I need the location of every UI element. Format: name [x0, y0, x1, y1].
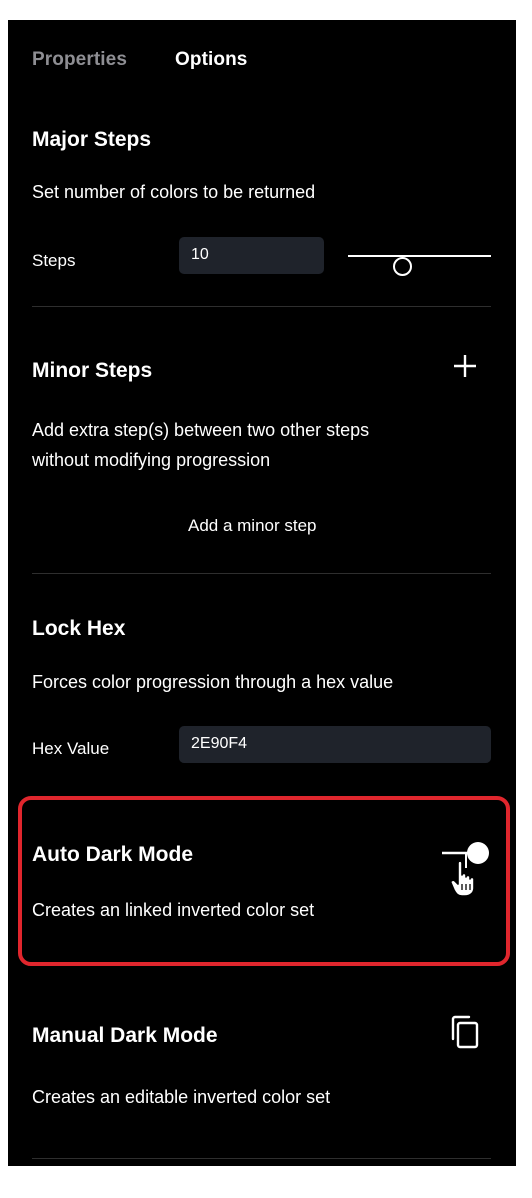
minor-steps-title: Minor Steps — [32, 359, 153, 382]
manual-dark-mode-title: Manual Dark Mode — [32, 1024, 218, 1047]
lock-hex-title: Lock Hex — [32, 617, 126, 640]
lock-hex-description: Forces color progression through a hex v… — [32, 672, 394, 692]
options-panel: Properties Options Major Steps Set numbe… — [8, 20, 516, 1166]
major-steps-title: Major Steps — [32, 128, 152, 151]
copy-icon[interactable] — [449, 1015, 481, 1049]
tab-options[interactable]: Options — [175, 49, 247, 71]
divider — [32, 573, 491, 574]
plus-icon[interactable] — [451, 352, 479, 380]
minor-steps-description-line1: Add extra step(s) between two other step… — [32, 420, 370, 440]
tab-properties[interactable]: Properties — [32, 49, 127, 71]
manual-dark-mode-description: Creates an editable inverted color set — [32, 1087, 331, 1107]
steps-slider-track — [348, 255, 491, 257]
add-minor-step-link[interactable]: Add a minor step — [188, 516, 317, 536]
auto-dark-mode-highlight — [18, 796, 510, 966]
hex-value-input[interactable]: 2E90F4 — [179, 726, 491, 763]
hex-value-label: Hex Value — [32, 739, 110, 758]
divider — [32, 306, 491, 307]
steps-input[interactable]: 10 — [179, 237, 324, 274]
major-steps-description: Set number of colors to be returned — [32, 182, 316, 202]
steps-slider-thumb[interactable] — [392, 257, 412, 276]
divider — [32, 1158, 491, 1159]
steps-slider[interactable] — [348, 248, 491, 276]
steps-label: Steps — [32, 251, 76, 270]
minor-steps-description-line2: without modifying progression — [32, 450, 271, 470]
